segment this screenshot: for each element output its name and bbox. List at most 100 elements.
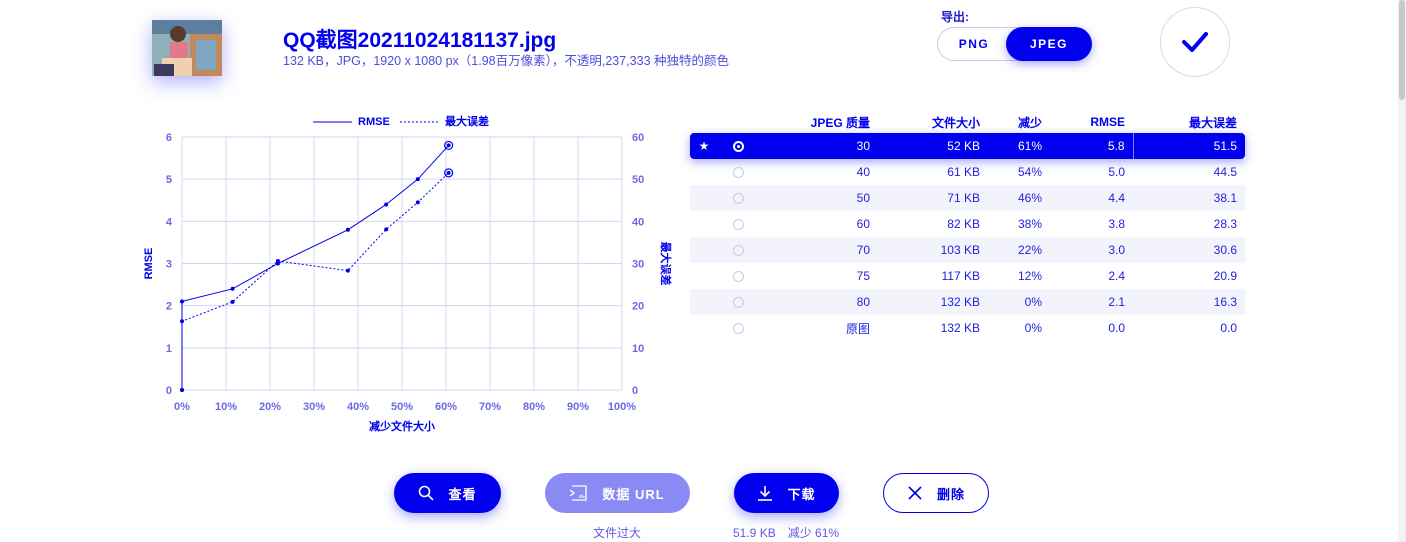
data-point — [415, 200, 420, 205]
delete-button-label: 删除 — [936, 486, 965, 502]
x-tick-label: 70% — [479, 401, 501, 413]
x-tick-label: 100% — [608, 401, 636, 413]
format-png-button[interactable]: PNG — [938, 27, 1010, 61]
y-tick-label: 4 — [166, 216, 173, 228]
export-label: 导出: — [941, 10, 969, 24]
scrollbar[interactable] — [1398, 0, 1406, 542]
radio-button[interactable] — [732, 167, 744, 179]
quality-table: JPEG 质量 文件大小 减少 RMSE 最大误差 ★ 30 52 KB 61% 5.8… — [690, 111, 1250, 341]
scrollbar-thumb[interactable] — [1399, 0, 1405, 100]
table-row[interactable]: 原图 132 KB 0% 0.0 0.0 — [690, 315, 1245, 341]
x-tick-label: 40% — [347, 401, 369, 413]
header-max-error: 最大误差 — [1188, 115, 1237, 130]
checkmark-icon — [1182, 32, 1208, 52]
view-button[interactable]: 查看 — [394, 473, 501, 513]
format-toggle: PNG JPEG — [937, 27, 1092, 61]
star-icon — [690, 315, 718, 341]
radio-button[interactable] — [732, 297, 744, 309]
cell-rmse: 4.4 — [1050, 185, 1133, 211]
y2-tick-label: 10 — [632, 343, 644, 355]
x-tick-label: 50% — [391, 401, 413, 413]
cell-size: 82 KB — [947, 217, 980, 231]
search-icon — [419, 485, 435, 501]
cell-reduction: 61% — [988, 133, 1050, 159]
cell-rmse: 3.8 — [1108, 217, 1125, 231]
header-size: 文件大小 — [931, 115, 980, 130]
radio-button[interactable] — [732, 271, 744, 283]
y2-tick-label: 20 — [632, 301, 644, 313]
data-url-button[interactable]: 数据 URL — [545, 473, 690, 513]
quality-radio[interactable] — [718, 237, 758, 263]
cell-quality: 原图 — [845, 321, 870, 336]
table-row[interactable]: 75 117 KB 12% 2.4 20.9 — [690, 263, 1245, 289]
delete-button[interactable]: 删除 — [883, 473, 989, 513]
cell-size: 117 KB — [941, 269, 980, 283]
quality-chart: 0% 10% 20% 30% 40% 50% 60% 70% 80% 90% 100% 0 0 1 10 2 2… — [130, 108, 673, 438]
quality-radio[interactable] — [718, 289, 758, 315]
view-button-label: 查看 — [448, 486, 477, 502]
quality-radio[interactable] — [718, 211, 758, 237]
cell-quality: 50 — [758, 185, 878, 211]
y-tick-label: 1 — [166, 343, 172, 355]
star-icon — [690, 237, 718, 263]
cell-size: 71 KB — [878, 185, 988, 211]
table-row[interactable]: 50 71 KB 46% 4.4 38.1 — [690, 185, 1245, 211]
download-icon — [758, 486, 773, 501]
data-point — [446, 170, 451, 175]
quality-radio[interactable] — [718, 159, 758, 185]
cell-reduction: 0% — [988, 289, 1050, 315]
header-rmse: RMSE — [1090, 115, 1125, 129]
table-row[interactable]: ★ 30 52 KB 61% 5.8 51.5 — [690, 133, 1245, 159]
quality-radio[interactable] — [718, 133, 758, 159]
data-point — [230, 299, 235, 304]
cell-rmse: 5.8 — [1050, 133, 1134, 159]
quality-radio[interactable] — [718, 315, 758, 341]
table-row[interactable]: 70 103 KB 22% 3.0 30.6 — [690, 237, 1245, 263]
header-reduction: 减少 — [1017, 115, 1042, 130]
table-row[interactable]: 80 132 KB 0% 2.1 16.3 — [690, 289, 1245, 315]
x-tick-label: 0% — [174, 401, 190, 413]
download-button[interactable]: 下载 — [734, 473, 839, 513]
star-icon — [690, 263, 718, 289]
y2-tick-label: 40 — [632, 216, 644, 228]
cell-reduction: 46% — [988, 185, 1050, 211]
cell-quality: 80 — [758, 289, 878, 315]
cell-max-error: 30.6 — [1133, 237, 1245, 263]
radio-button[interactable] — [732, 245, 744, 257]
radio-button[interactable] — [732, 141, 744, 153]
download-button-label: 下载 — [787, 486, 816, 502]
cell-rmse: 2.1 — [1050, 289, 1133, 315]
cell-max-error: 28.3 — [1213, 217, 1237, 231]
cell-size: 61 KB — [947, 165, 980, 179]
star-icon — [690, 185, 718, 211]
quality-radio[interactable] — [718, 185, 758, 211]
close-icon — [908, 486, 922, 500]
legend-label-max-error: 最大误差 — [445, 114, 489, 128]
radio-button[interactable] — [732, 219, 744, 231]
confirm-button[interactable] — [1160, 7, 1230, 77]
cell-reduction: 54% — [1017, 165, 1042, 179]
table-header-row: JPEG 质量 文件大小 减少 RMSE 最大误差 — [690, 111, 1245, 133]
star-icon — [690, 211, 718, 237]
format-jpeg-button[interactable]: JPEG — [1006, 27, 1092, 61]
y-tick-label: 2 — [166, 301, 172, 313]
series-line-rmse — [181, 145, 450, 390]
star-icon — [690, 289, 718, 315]
data-point — [384, 202, 389, 207]
y2-axis-title: 最大误差 — [659, 242, 673, 286]
table-row[interactable]: 60 82 KB 38% 3.8 28.3 — [690, 211, 1245, 237]
cell-quality: 30 — [758, 133, 878, 159]
cell-max-error: 20.9 — [1213, 269, 1237, 283]
quality-radio[interactable] — [718, 263, 758, 289]
cell-quality: 70 — [758, 237, 878, 263]
cell-rmse: 5.0 — [1108, 165, 1125, 179]
radio-button[interactable] — [732, 193, 744, 205]
data-point — [415, 177, 420, 182]
download-note: 51.9 KB 减少 61% — [733, 526, 840, 540]
cell-rmse: 0.0 — [1108, 321, 1125, 335]
radio-button[interactable] — [732, 323, 744, 335]
table-row[interactable]: 40 61 KB 54% 5.0 44.5 — [690, 159, 1245, 185]
y-tick-label: 5 — [166, 174, 172, 186]
y2-tick-label: 60 — [632, 132, 644, 144]
cell-size: 103 KB — [878, 237, 988, 263]
